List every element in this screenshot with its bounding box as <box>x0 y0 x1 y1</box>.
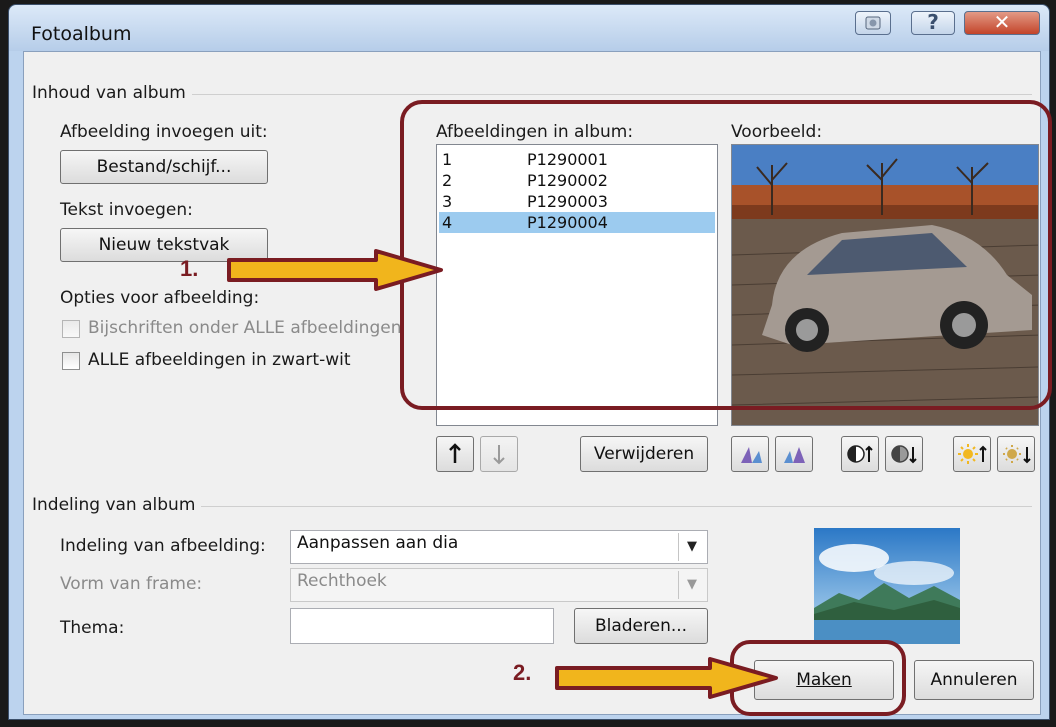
annotation-highlight-list <box>400 100 1052 410</box>
title-bar: Fotoalbum ? ✕ <box>9 5 1049 51</box>
theme-label: Thema: <box>60 618 125 638</box>
browse-button[interactable]: Bladeren... <box>574 608 708 644</box>
album-layout-group: Indeling van album <box>32 495 1032 515</box>
layout-preview-image <box>814 528 960 644</box>
rotate-right-icon[interactable] <box>775 436 813 472</box>
picture-layout-dropdown[interactable]: Aanpassen aan dia ▼ <box>290 530 708 564</box>
black-white-label: ALLE afbeeldingen in zwart-wit <box>88 350 351 370</box>
album-content-group: Inhoud van album <box>32 83 1032 103</box>
chevron-down-icon[interactable]: ▼ <box>678 571 705 599</box>
insert-text-label: Tekst invoegen: <box>60 200 193 220</box>
file-disk-button[interactable]: Bestand/schijf... <box>60 150 268 184</box>
contrast-down-icon[interactable] <box>885 436 923 472</box>
close-icon[interactable]: ✕ <box>964 11 1040 35</box>
insert-picture-label: Afbeelding invoegen uit: <box>60 122 268 142</box>
step-1-label: 1. <box>180 256 199 281</box>
picture-layout-value: Aanpassen aan dia <box>297 533 459 553</box>
brightness-up-icon[interactable] <box>953 436 991 472</box>
arrow-1-icon <box>227 249 443 291</box>
cancel-button[interactable]: Annuleren <box>914 660 1034 700</box>
frame-shape-label: Vorm van frame: <box>60 574 203 594</box>
help-icon[interactable]: ? <box>911 11 955 35</box>
rotate-left-icon[interactable] <box>731 436 769 472</box>
album-content-title: Inhoud van album <box>32 83 192 103</box>
captions-checkbox[interactable] <box>62 320 80 338</box>
frame-shape-value: Rechthoek <box>297 571 387 591</box>
arrow-2-icon <box>555 657 778 699</box>
step-2-label: 2. <box>513 660 532 685</box>
remove-button[interactable]: Verwijderen <box>580 436 708 472</box>
move-up-button[interactable] <box>436 436 474 472</box>
camera-icon[interactable] <box>855 11 891 35</box>
brightness-down-icon[interactable] <box>997 436 1035 472</box>
move-down-button[interactable] <box>480 436 518 472</box>
theme-input[interactable] <box>290 608 554 644</box>
album-layout-title: Indeling van album <box>32 495 202 515</box>
frame-shape-dropdown[interactable]: Rechthoek ▼ <box>290 568 708 602</box>
contrast-up-icon[interactable] <box>841 436 879 472</box>
chevron-down-icon[interactable]: ▼ <box>678 533 705 561</box>
window-title: Fotoalbum <box>31 23 132 45</box>
picture-layout-label: Indeling van afbeelding: <box>60 536 266 556</box>
captions-label: Bijschriften onder ALLE afbeeldingen <box>88 318 402 338</box>
black-white-checkbox[interactable] <box>62 352 80 370</box>
